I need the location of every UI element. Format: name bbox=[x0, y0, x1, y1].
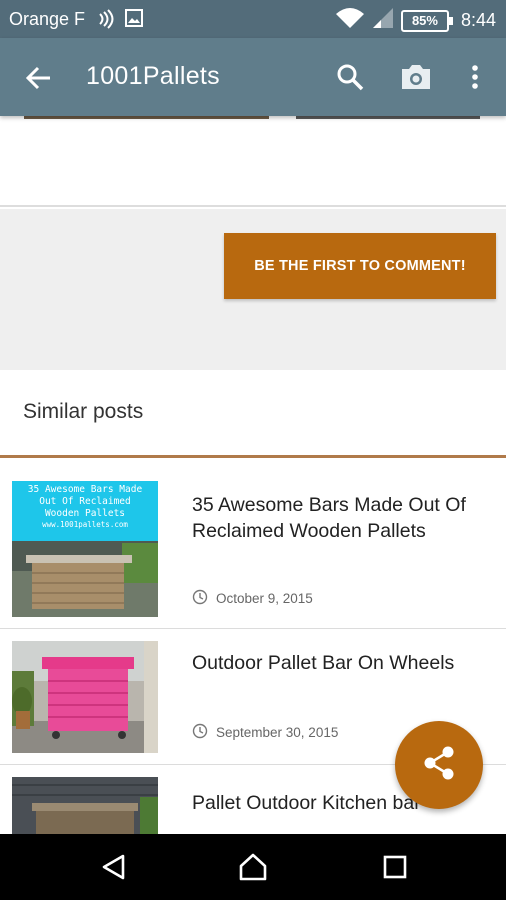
image-icon bbox=[124, 8, 144, 35]
post-date-text: October 9, 2015 bbox=[216, 591, 313, 606]
status-right: 85% 8:44 bbox=[335, 6, 496, 35]
status-bar: Orange F 85% 8:44 bbox=[0, 0, 506, 38]
nav-back-icon[interactable] bbox=[100, 853, 128, 881]
app-bar: 1001Pallets bbox=[0, 38, 506, 116]
first-comment-button[interactable]: BE THE FIRST TO COMMENT! bbox=[224, 233, 496, 299]
clock-icon bbox=[192, 723, 208, 742]
wifi-icon bbox=[335, 6, 365, 35]
post-thumbnail[interactable] bbox=[12, 641, 158, 753]
similar-posts-header: Similar posts bbox=[0, 370, 506, 458]
post-title[interactable]: Outdoor Pallet Bar On Wheels bbox=[192, 651, 492, 677]
nfc-icon bbox=[94, 8, 116, 35]
post-title[interactable]: 35 Awesome Bars Made Out Of Reclaimed Wo… bbox=[192, 493, 492, 545]
post-thumbnail[interactable] bbox=[12, 777, 158, 837]
thumb-caption-line: 35 Awesome Bars Made bbox=[27, 484, 143, 495]
post-thumbnail[interactable]: 35 Awesome Bars Made Out Of Reclaimed Wo… bbox=[12, 481, 158, 617]
post-date: October 9, 2015 bbox=[192, 589, 313, 608]
clock: 8:44 bbox=[460, 10, 496, 30]
status-left-icons bbox=[94, 8, 144, 35]
thumb-caption-line: www.1001pallets.com bbox=[42, 520, 128, 530]
back-arrow-icon[interactable] bbox=[22, 61, 56, 95]
carrier-label: Orange F bbox=[9, 9, 86, 29]
signal-icon bbox=[371, 6, 395, 35]
nav-home-icon[interactable] bbox=[238, 852, 268, 882]
system-nav-bar bbox=[0, 834, 506, 900]
app-title: 1001Pallets bbox=[86, 62, 220, 90]
clock-icon bbox=[192, 589, 208, 608]
camera-icon[interactable] bbox=[398, 60, 434, 94]
post-date-text: September 30, 2015 bbox=[216, 725, 339, 740]
nav-recents-icon[interactable] bbox=[382, 854, 408, 880]
thumb-caption-line: Wooden Pallets bbox=[44, 508, 126, 520]
similar-posts-heading: Similar posts bbox=[23, 400, 144, 423]
battery-icon: 85% bbox=[400, 9, 453, 32]
share-button[interactable] bbox=[395, 721, 483, 809]
post-date: September 30, 2015 bbox=[192, 723, 338, 742]
article-bottom bbox=[0, 119, 506, 207]
share-icon bbox=[419, 743, 459, 788]
search-icon[interactable] bbox=[333, 60, 367, 94]
list-item[interactable]: 35 Awesome Bars Made Out Of Reclaimed Wo… bbox=[0, 461, 506, 629]
more-vert-icon[interactable] bbox=[463, 60, 487, 94]
comments-section: BE THE FIRST TO COMMENT! bbox=[0, 209, 506, 370]
thumb-caption-line: Out Of Reclaimed bbox=[39, 496, 131, 508]
